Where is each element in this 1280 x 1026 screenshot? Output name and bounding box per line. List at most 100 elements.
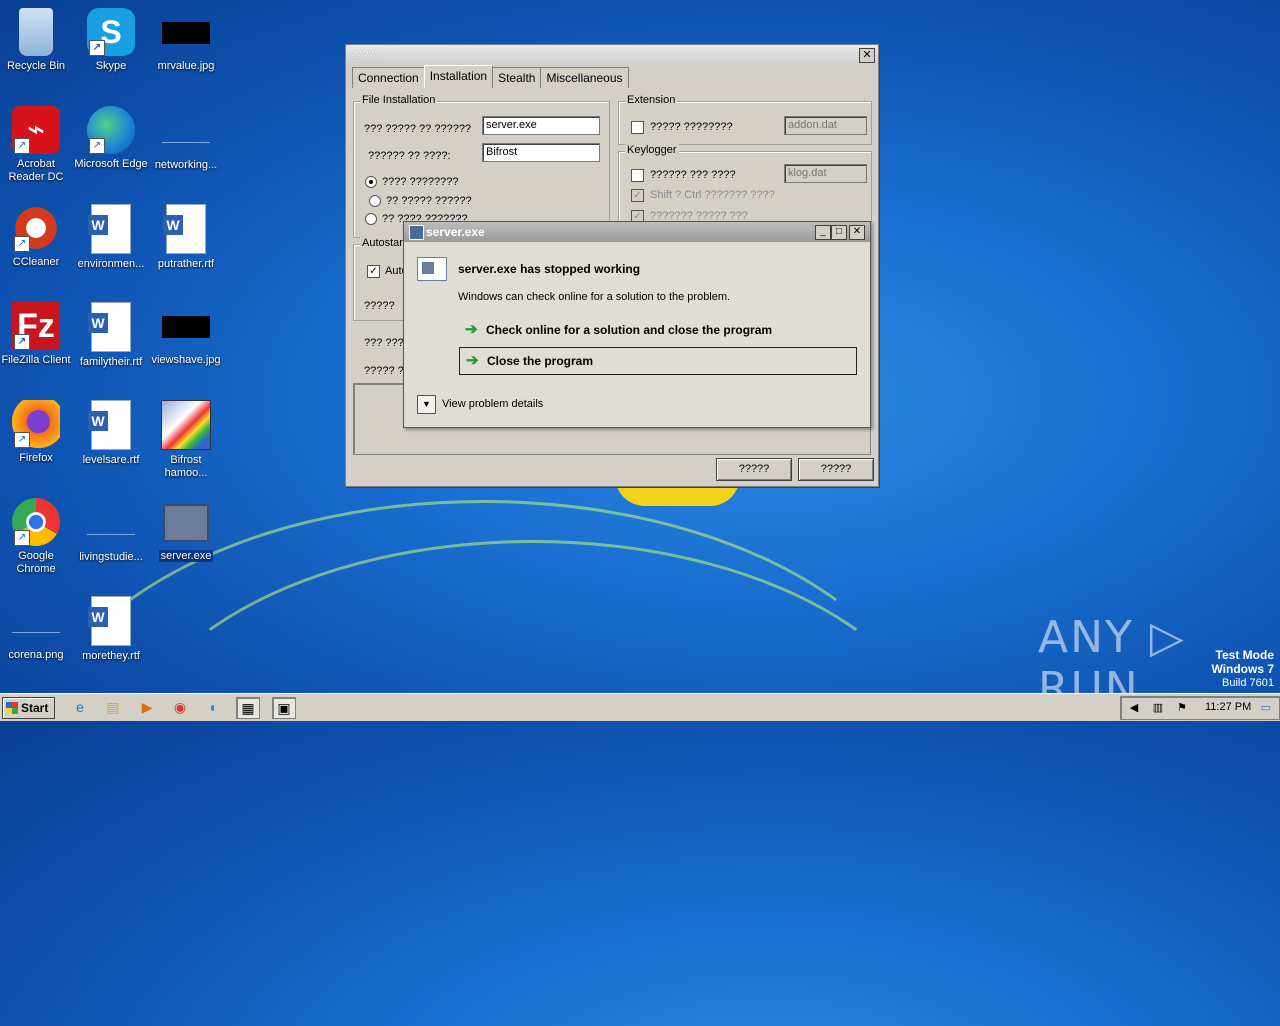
check-online-option[interactable]: ➔ Check online for a solution and close … [459,317,855,343]
tab-connection[interactable]: Connection [352,67,425,88]
directory-field[interactable]: Bifrost [482,143,600,162]
desktop-icon-familytheir[interactable]: W familytheir.rtf [73,302,149,369]
tab-stealth[interactable]: Stealth [492,67,542,88]
filename-field[interactable]: server.exe [482,116,600,135]
tab-miscellaneous[interactable]: Miscellaneous [540,67,629,88]
skype-icon: S ↗ [87,8,135,56]
keylogger-checkbox[interactable] [631,169,644,182]
extension-checkbox[interactable] [631,121,644,134]
desktop-icon-corena[interactable]: corena.png [0,596,74,662]
desktop-icon-environmen[interactable]: W environmen... [73,204,149,271]
desktop-icon-acrobat[interactable]: ⌁ ↗ Acrobat Reader DC [0,106,74,184]
desktop-icon-edge[interactable]: ↗ Microsoft Edge [73,106,149,171]
desktop-icon-morethey[interactable]: W morethey.rtf [73,596,149,663]
desktop-icon-skype[interactable]: S ↗ Skype [73,8,149,73]
bifrost-icon [161,400,211,450]
desktop-icon-networking[interactable]: networking... [148,106,224,172]
test-mode-label: Test Mode Windows 7 Build 7601 [1211,648,1274,689]
radio-1-label: ???? ???????? [382,176,459,188]
server-exe-taskbar-icon[interactable]: ▣ [272,697,296,719]
desktop-icon-server-exe[interactable]: server.exe [148,498,224,563]
maximize-button[interactable]: □ [831,225,847,240]
edge-icon: ↗ [87,106,135,154]
ie-icon[interactable]: e [69,697,91,717]
taskbar: Start e ▤ ▶ ◉ ◐ ▦ ▣ ◀ ▥ ⚑ 11:27 PM ▭ [0,693,1280,721]
media-player-icon[interactable]: ▶ [136,697,158,717]
desktop-icon-levelsare[interactable]: W levelsare.rtf [73,400,149,467]
executable-icon [163,504,209,542]
image-file-icon [162,316,210,338]
close-button[interactable]: ✕ [859,48,875,63]
file-icon [87,512,135,535]
image-file-icon [12,610,60,633]
filezilla-icon: Fz ↗ [12,302,60,350]
filename-label: ??? ????? ?? ?????? [364,123,472,135]
keylogger-check-label: ?????? ??? ???? [650,169,736,181]
bifrost-taskbar-icon[interactable]: ▦ [236,697,260,719]
start-button[interactable]: Start [2,697,55,719]
extension-field[interactable]: addon.dat [784,116,867,135]
directory-label: ?????? ?? ????: [368,150,451,162]
title-bar[interactable]: ????? ✕ [346,45,878,65]
edge-icon[interactable]: ◐ [203,697,225,717]
error-heading: server.exe has stopped working [458,262,641,276]
lower-label-2: ????? ? [364,365,404,377]
group-title: Keylogger [625,144,679,156]
volume-icon[interactable]: ◀ [1127,701,1141,715]
show-desktop-icon[interactable]: ▭ [1259,701,1273,715]
chevron-down-icon[interactable]: ▼ [417,395,436,414]
recycle-bin-icon [19,8,53,56]
error-dialog: server.exe _ □ ✕ server.exe has stopped … [403,221,871,428]
shift-ctrl-checkbox[interactable]: ✓ [631,189,644,202]
green-arrow-icon: ➔ [465,321,478,338]
minimize-button[interactable]: _ [815,225,831,240]
desktop-icon-recycle-bin[interactable]: Recycle Bin [0,8,74,73]
green-arrow-icon: ➔ [466,352,479,369]
desktop-icon-ccleaner[interactable]: ↗ CCleaner [0,204,74,269]
network-icon[interactable]: ▥ [1151,701,1165,715]
desktop-icon-putrather[interactable]: W putrather.rtf [148,204,224,271]
wallpaper-swoosh [120,540,946,1006]
close-button[interactable]: ✕ [849,225,865,240]
ccleaner-icon: ↗ [12,204,60,252]
word-document-icon: W [88,400,131,450]
explorer-icon[interactable]: ▤ [102,697,124,717]
dialog-title-bar[interactable]: server.exe _ □ ✕ [404,222,870,242]
install-radio-2[interactable] [369,195,381,207]
group-title: Extension [625,94,678,106]
keylogger-file-field[interactable]: klog.dat [784,164,867,183]
tab-strip: Connection Installation Stealth Miscellaneo… [352,65,629,88]
clock[interactable]: 11:27 PM [1205,701,1251,713]
close-program-option[interactable]: ➔ Close the program [459,347,857,375]
build-button[interactable]: ????? [716,458,792,481]
app-icon [409,225,424,240]
word-document-icon: W [88,204,131,254]
install-radio-3[interactable] [365,213,377,225]
chrome-icon[interactable]: ◉ [169,697,191,717]
program-icon [417,257,447,281]
system-tray: ◀ ▥ ⚑ 11:27 PM ▭ [1120,696,1280,720]
desktop-icon-bifrost[interactable]: Bifrost hamoo... [148,400,224,480]
desktop-icon-mrvalue[interactable]: mrvalue.jpg [148,8,224,73]
word-document-icon: W [88,596,131,646]
flag-icon[interactable]: ⚑ [1175,701,1189,715]
cancel-button[interactable]: ????? [798,458,874,481]
desktop-icon-viewshave[interactable]: viewshave.jpg [148,302,224,367]
error-message: Windows can check online for a solution … [458,291,731,303]
file-icon [162,120,210,143]
group-title: Autostart [360,237,409,249]
extension-check-label: ????? ???????? [650,121,733,133]
autostart-checkbox[interactable]: ✓ [367,265,380,278]
view-details-link[interactable]: View problem details [442,398,543,410]
desktop-icon-livingstudie[interactable]: livingstudie... [73,498,149,564]
desktop-icon-chrome[interactable]: ↗ Google Chrome [0,498,74,576]
install-radio-1[interactable] [365,176,377,188]
desktop-icon-firefox[interactable]: ↗ Firefox [0,400,74,465]
tab-installation[interactable]: Installation [423,65,494,88]
word-document-icon: W [163,204,206,254]
group-title: File Installation [360,94,438,106]
desktop-icon-filezilla[interactable]: Fz ↗ FileZilla Client [0,302,74,367]
acrobat-icon: ⌁ ↗ [12,106,60,154]
file-installation-group: File Installation ??? ????? ?? ?????? se… [353,94,610,238]
lower-label-1: ??? ??? [364,337,404,349]
